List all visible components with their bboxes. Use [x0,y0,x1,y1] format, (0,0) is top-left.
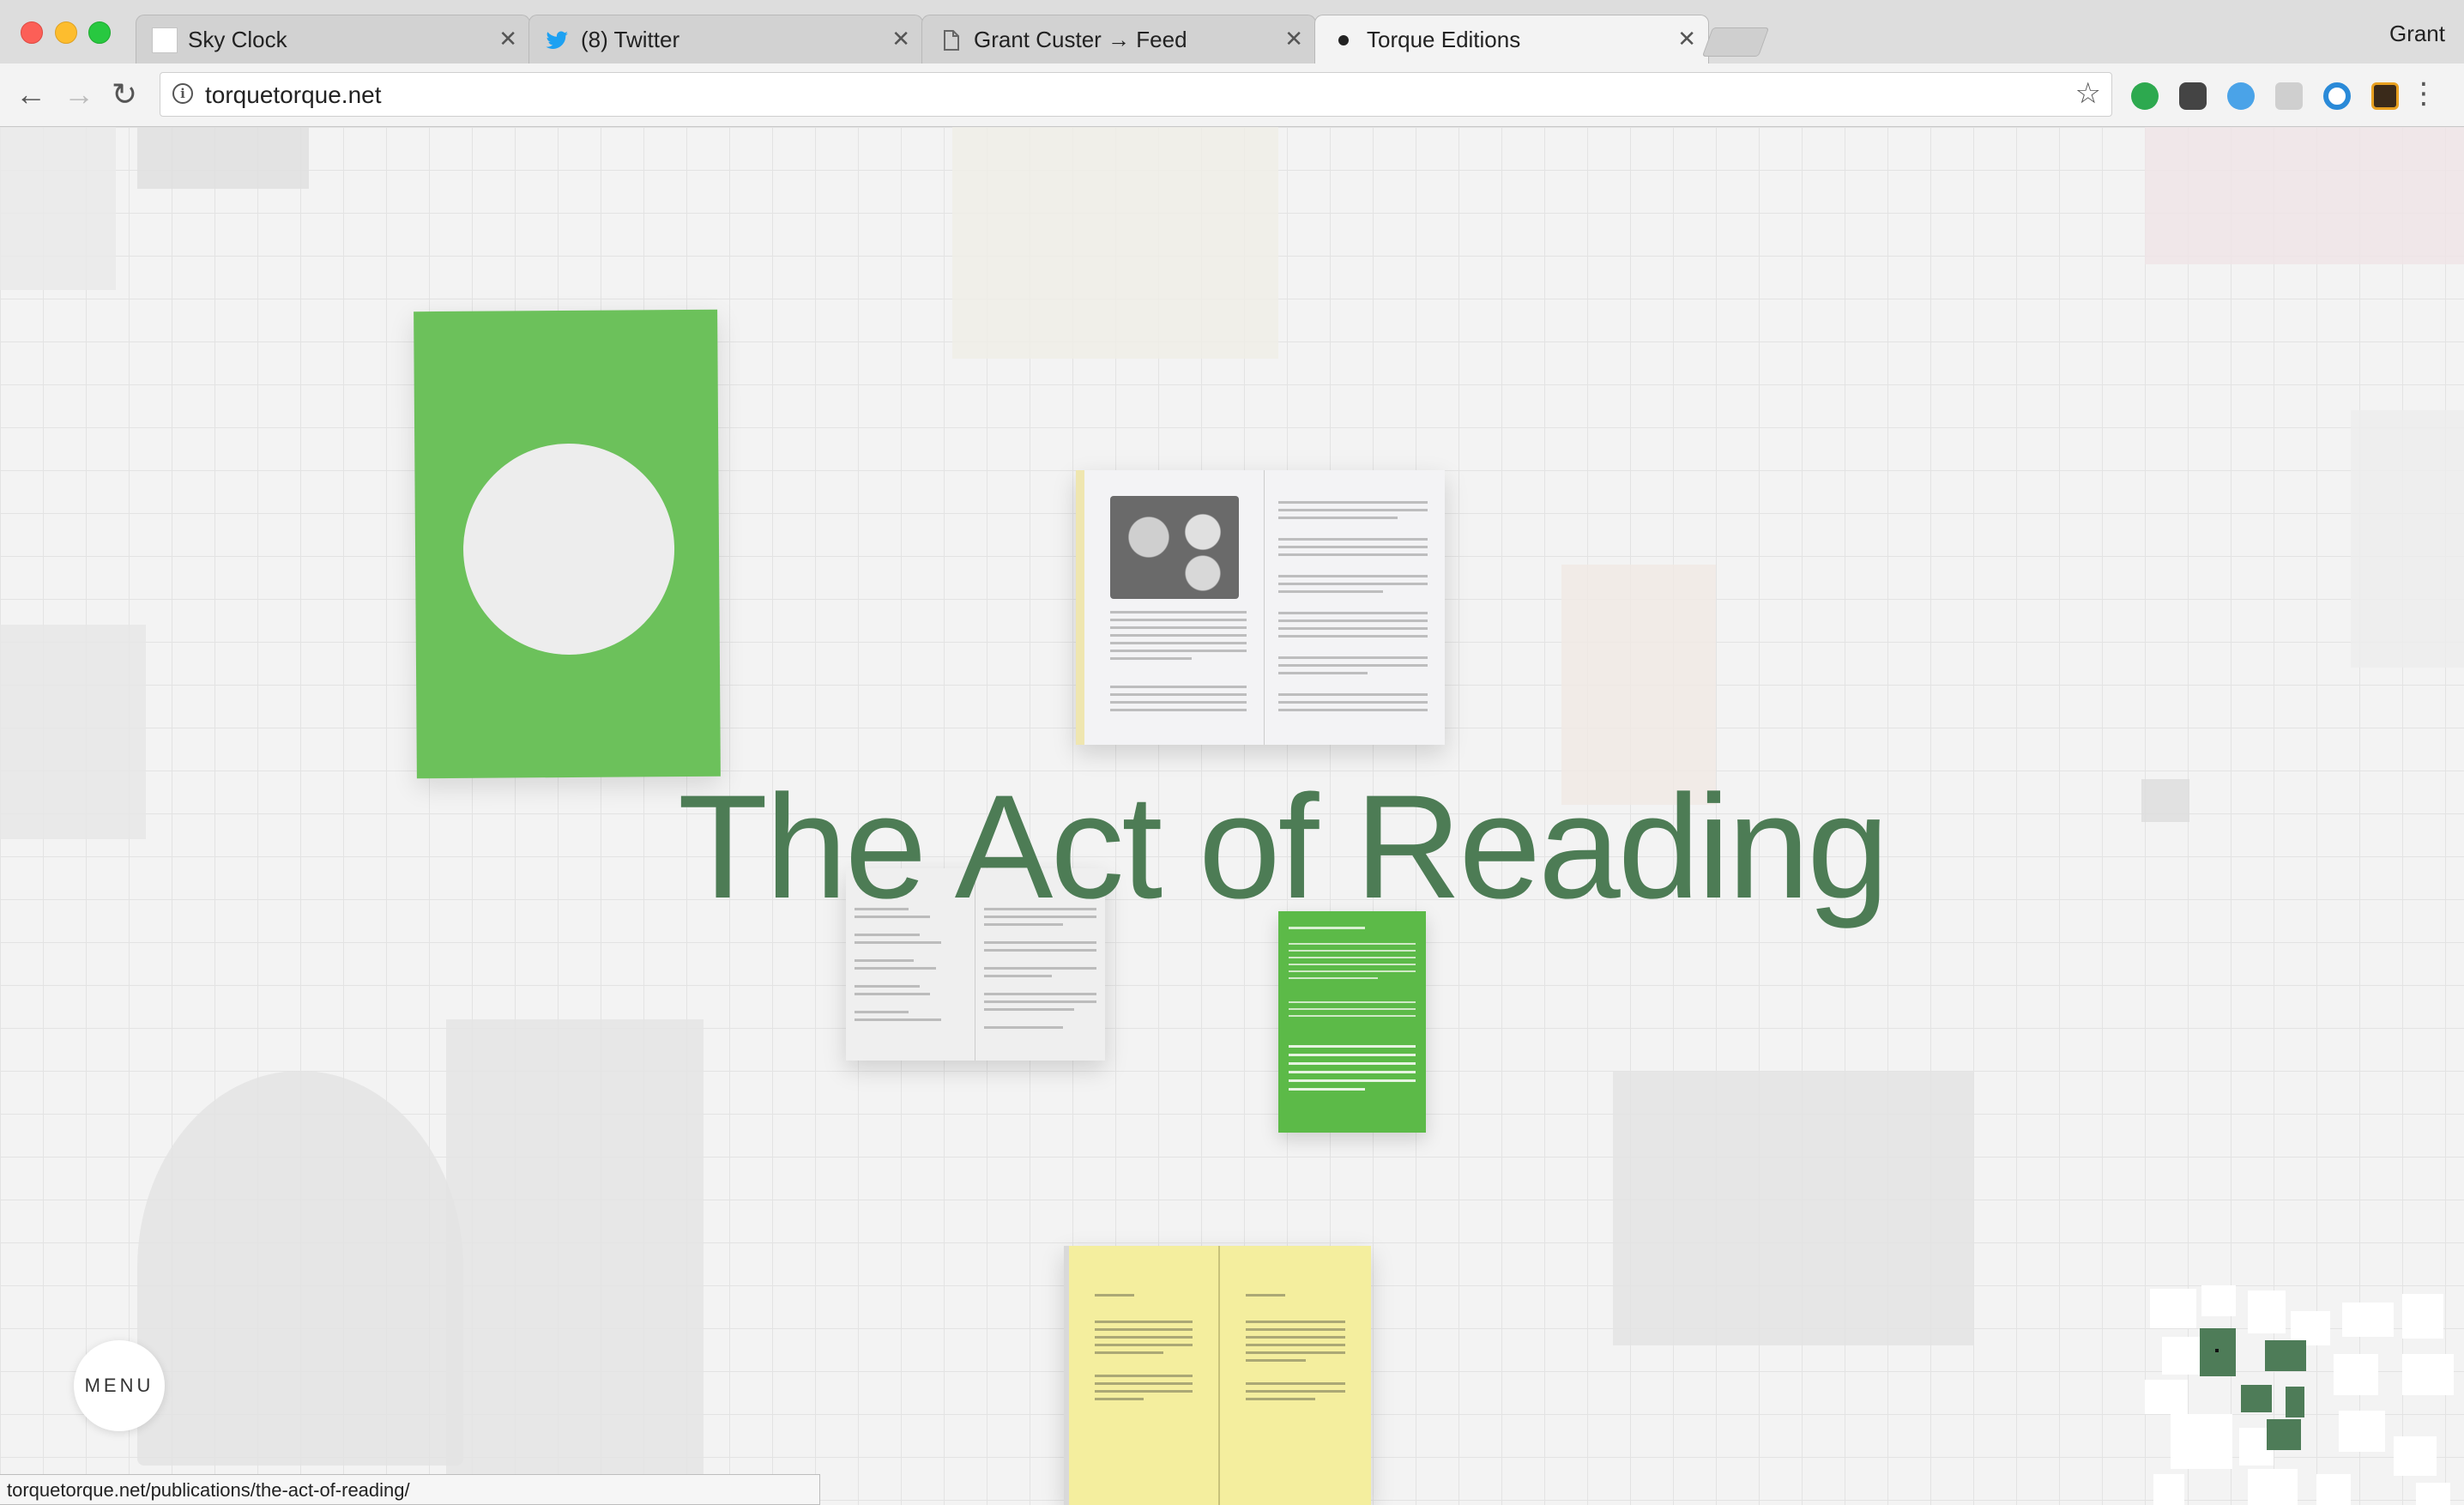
open-book-spread-brain[interactable] [1076,470,1445,745]
profile-name[interactable]: Grant [2389,21,2445,47]
tab-torque-editions[interactable]: Torque Editions ✕ [1314,15,1709,64]
r-extension-icon[interactable] [2275,82,2303,110]
tab-twitter[interactable]: (8) Twitter ✕ [528,15,923,63]
background-publication[interactable] [2141,779,2189,822]
tab-sky-clock[interactable]: Sky Clock ✕ [136,15,530,63]
green-extension-icon[interactable] [2131,82,2159,110]
close-window-button[interactable] [21,21,43,44]
address-bar[interactable]: i torquetorque.net ☆ [160,72,2112,117]
browser-menu-icon[interactable]: ⋮ [2409,79,2438,108]
circle-graphic [462,443,675,656]
tab-title: Grant Custer → Feed [974,27,1187,52]
close-tab-icon[interactable]: ✕ [891,26,910,52]
tab-title: Torque Editions [1367,27,1521,52]
back-cover[interactable] [1278,911,1426,1133]
background-publication[interactable] [952,127,1278,359]
background-publication[interactable] [0,625,146,839]
minimap-viewport [2200,1328,2236,1376]
blank-page-icon [152,27,178,53]
minimize-window-button[interactable] [55,21,77,44]
background-publication[interactable] [0,127,116,290]
tab-title: Sky Clock [188,27,287,52]
tab-grant-custer-feed[interactable]: Grant Custer → Feed ✕ [921,15,1316,63]
dot-icon [1331,27,1356,53]
menu-button[interactable]: MENU [74,1340,165,1431]
camera-extension-icon[interactable] [2179,82,2207,110]
open-book-spread-yellow[interactable] [1064,1246,1371,1505]
brain-scan-image [1110,496,1239,599]
page-title[interactable]: The Act of Reading [678,762,1889,932]
document-icon [938,27,963,53]
reload-icon[interactable]: ↻ [112,77,137,112]
k-extension-icon[interactable] [2371,82,2399,110]
minimap-navigator[interactable] [2145,1285,2464,1505]
blue-circle-extension-icon[interactable] [2323,82,2351,110]
background-publication[interactable] [1613,1071,1973,1345]
close-tab-icon[interactable]: ✕ [498,26,517,52]
browser-toolbar: ← → ↻ i torquetorque.net ☆ ⋮ [0,63,2464,127]
page-canvas[interactable]: The Act of Reading MENU [0,127,2464,1505]
background-publication[interactable] [446,1019,704,1483]
forward-arrow-icon[interactable]: → [63,77,94,112]
background-publication[interactable] [137,1071,463,1466]
background-publication[interactable] [2145,127,2464,264]
zoom-window-button[interactable] [88,21,111,44]
background-publication[interactable] [2351,410,2464,668]
tab-strip: Sky Clock ✕ (8) Twitter ✕ Grant Custer →… [0,0,2464,64]
back-arrow-icon[interactable]: ← [15,77,46,112]
close-tab-icon[interactable]: ✕ [1284,26,1303,52]
menu-label: MENU [84,1375,154,1396]
bookmark-star-icon[interactable]: ☆ [2075,76,2101,111]
background-publication[interactable] [137,127,309,189]
blue-v-extension-icon[interactable] [2227,82,2255,110]
close-tab-icon[interactable]: ✕ [1677,26,1696,52]
info-icon[interactable]: i [172,83,193,104]
tab-title: (8) Twitter [581,27,680,52]
link-status-bar: torquetorque.net/publications/the-act-of… [0,1474,820,1505]
url-text: torquetorque.net [205,82,382,108]
act-of-reading-cover[interactable] [414,309,721,779]
twitter-bird-icon [545,27,571,53]
new-tab-button[interactable] [1701,27,1770,57]
